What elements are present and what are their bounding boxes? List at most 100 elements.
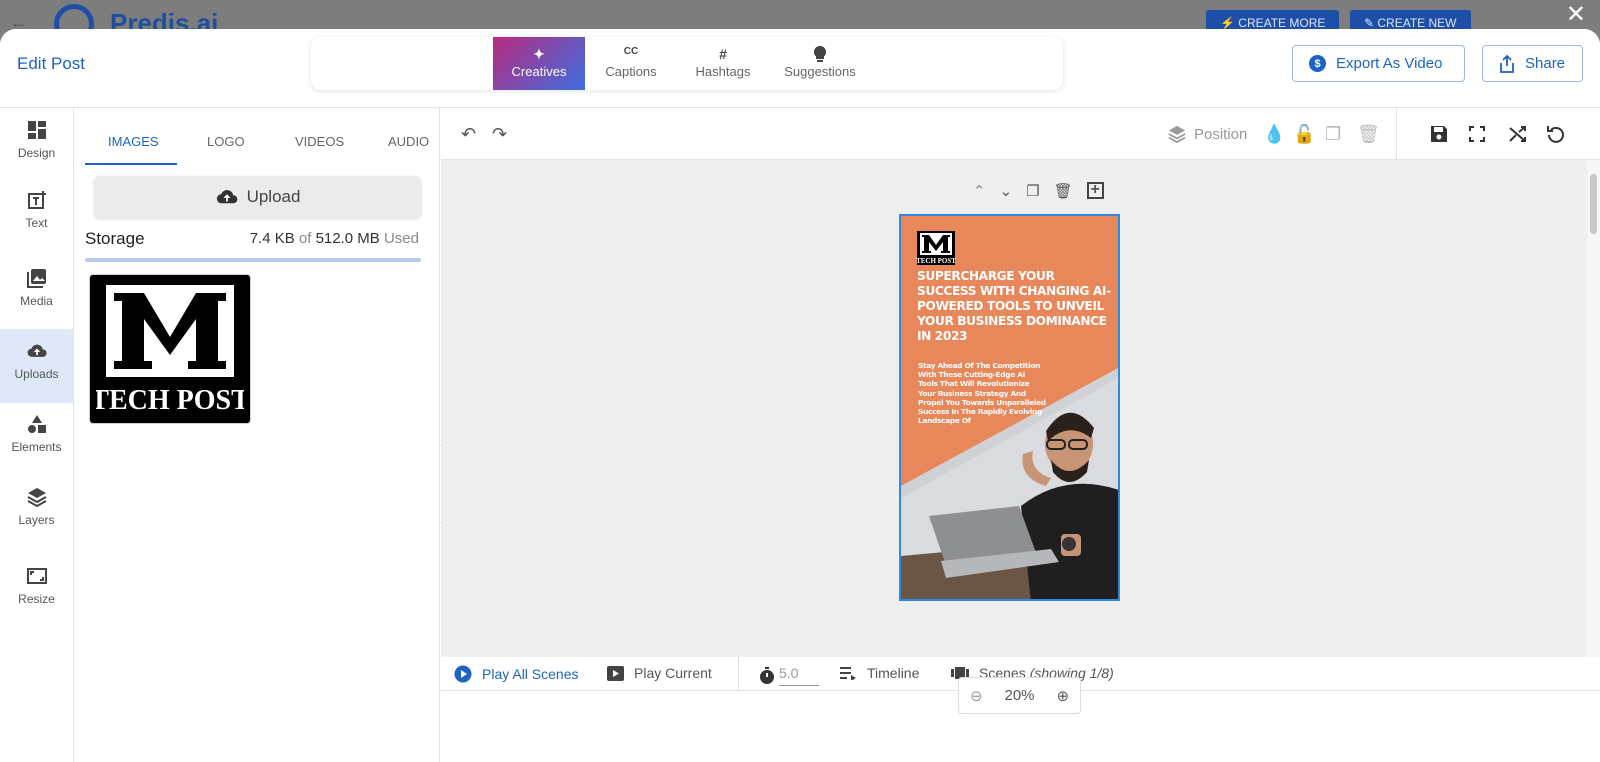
storage-total: 512.0 MB xyxy=(315,230,380,247)
media-icon xyxy=(26,269,46,288)
add-scene-icon[interactable]: + xyxy=(1086,182,1104,199)
rail-label: Media xyxy=(20,294,53,308)
rail-item-uploads[interactable]: Uploads xyxy=(0,329,73,403)
duplicate-icon[interactable]: ❐ xyxy=(1325,124,1341,145)
close-modal-button[interactable]: ✕ xyxy=(1566,0,1586,29)
upload-label: Upload xyxy=(246,187,301,206)
zoom-level: 20% xyxy=(1004,687,1035,704)
play-box-icon xyxy=(607,665,624,681)
share-button[interactable]: Share xyxy=(1482,45,1583,82)
zoom-in-icon[interactable]: ⊕ xyxy=(1056,687,1069,705)
timeline-button[interactable]: Timeline xyxy=(839,665,919,681)
tab-videos[interactable]: VIDEOS xyxy=(295,134,344,149)
rail-item-media[interactable]: Media xyxy=(0,256,73,330)
play-circle-icon xyxy=(454,665,472,683)
rail-item-layers[interactable]: Layers xyxy=(0,475,73,549)
lightbulb-icon xyxy=(769,45,871,64)
tab-audio[interactable]: AUDIO xyxy=(388,134,429,149)
rail-label: Text xyxy=(25,216,48,230)
duration-value: 5.0 xyxy=(779,665,819,686)
hashtag-icon: # xyxy=(719,46,727,62)
tab-label: Hashtags xyxy=(695,64,751,79)
export-as-video-button[interactable]: $ Export As Video xyxy=(1292,45,1465,82)
editor-toolbar: ↶ ↷ Position 💧 🔓 ❐ 🗑 xyxy=(441,108,1600,160)
move-up-icon[interactable]: ⌃ xyxy=(973,182,986,200)
play-all-scenes-button[interactable]: Play All Scenes xyxy=(454,665,579,683)
unlock-icon[interactable]: 🔓 xyxy=(1293,124,1315,145)
edit-post-modal: Edit Post ✦ Creatives CC Captions # Hash… xyxy=(0,29,1600,762)
delete-scene-icon[interactable]: 🗑 xyxy=(1054,182,1073,200)
rail-item-elements[interactable]: Elements xyxy=(0,402,73,476)
dollar-icon: $ xyxy=(1309,55,1326,72)
dashboard-icon xyxy=(27,121,46,139)
toolbar-divider xyxy=(1396,108,1397,160)
uploads-panel: IMAGES LOGO VIDEOS AUDIO Upload Storage … xyxy=(74,108,440,762)
tab-label: Captions xyxy=(605,64,657,79)
save-icon[interactable] xyxy=(1429,124,1449,144)
rail-label: Elements xyxy=(11,440,62,454)
tab-suggestions[interactable]: Suggestions xyxy=(769,37,871,90)
duplicate-scene-icon[interactable]: ❐ xyxy=(1026,182,1039,200)
post-preview[interactable]: TECH POST SUPERCHARGE YOUR SUCCESS WITH … xyxy=(899,214,1120,601)
play-current-label: Play Current xyxy=(634,665,712,681)
share-label: Share xyxy=(1525,55,1566,72)
storage-used-word: Used xyxy=(383,230,419,247)
closed-captions-icon: CC xyxy=(623,46,639,57)
tab-creatives[interactable]: ✦ Creatives xyxy=(493,37,585,90)
rail-item-design[interactable]: Design xyxy=(0,108,73,182)
fullscreen-icon[interactable] xyxy=(1469,126,1485,142)
uploaded-image-thumbnail[interactable]: TECH POST xyxy=(89,274,251,424)
zoom-out-icon[interactable]: ⊖ xyxy=(970,687,983,705)
resize-icon xyxy=(26,568,47,584)
modal-header: Edit Post ✦ Creatives CC Captions # Hash… xyxy=(0,29,1600,108)
tab-label: Creatives xyxy=(511,64,567,79)
post-body-text: Stay Ahead Of The Competition With These… xyxy=(918,361,1046,426)
storage-progress-bar xyxy=(85,258,421,262)
undo-icon[interactable]: ↶ xyxy=(461,124,476,145)
move-down-icon[interactable]: ⌄ xyxy=(1000,182,1013,200)
tab-captions[interactable]: CC Captions xyxy=(585,37,677,90)
rail-item-text[interactable]: Text xyxy=(0,182,73,252)
bottom-divider xyxy=(738,657,739,691)
playlist-icon xyxy=(840,667,856,680)
timeline-label: Timeline xyxy=(867,665,920,681)
tech-post-logo: TECH POST xyxy=(90,281,250,417)
rail-label: Layers xyxy=(18,513,55,527)
rail-item-resize[interactable]: Resize xyxy=(0,554,73,628)
upload-button[interactable]: Upload xyxy=(94,176,421,218)
tab-label: Suggestions xyxy=(784,64,856,79)
tab-logo[interactable]: LOGO xyxy=(207,134,245,149)
layers-icon xyxy=(27,488,46,507)
duration-field[interactable]: 5.0 xyxy=(759,665,819,686)
scrollbar-thumb[interactable] xyxy=(1590,174,1597,234)
rail-label: Design xyxy=(17,146,56,160)
tab-hashtags[interactable]: # Hashtags xyxy=(677,37,769,90)
delete-icon[interactable]: 🗑 xyxy=(1357,124,1380,145)
redo-icon[interactable]: ↷ xyxy=(492,124,507,145)
layers-icon xyxy=(1168,125,1186,143)
reset-icon[interactable] xyxy=(1547,124,1565,144)
opacity-icon[interactable]: 💧 xyxy=(1263,124,1285,145)
storage-of: of xyxy=(298,230,312,247)
position-button[interactable]: Position xyxy=(1168,125,1247,143)
page-title: Edit Post xyxy=(17,54,86,73)
storage-used: 7.4 KB xyxy=(249,230,295,247)
rail-label: Uploads xyxy=(14,367,59,381)
share-icon xyxy=(1500,54,1514,73)
shuffle-icon[interactable] xyxy=(1509,125,1527,143)
canvas-scrollbar[interactable] xyxy=(1587,160,1600,657)
play-current-button[interactable]: Play Current xyxy=(607,665,712,681)
stopwatch-icon xyxy=(760,666,774,684)
add-text-icon xyxy=(27,191,46,209)
scene-controls: ⌃ ⌄ ❐ 🗑 + xyxy=(973,182,1104,200)
zoom-control: ⊖ 20% ⊕ xyxy=(958,677,1081,714)
tab-images[interactable]: IMAGES xyxy=(108,134,159,149)
position-label: Position xyxy=(1194,125,1248,143)
shapes-icon xyxy=(27,415,46,433)
post-logo-text: TECH POST xyxy=(916,257,956,265)
magic-wand-icon: ✦ xyxy=(533,46,545,62)
rail-label: Resize xyxy=(18,592,55,606)
post-headline: SUPERCHARGE YOUR SUCCESS WITH CHANGING A… xyxy=(917,269,1111,343)
storage-label: Storage xyxy=(85,229,145,248)
export-label: Export As Video xyxy=(1336,55,1443,72)
